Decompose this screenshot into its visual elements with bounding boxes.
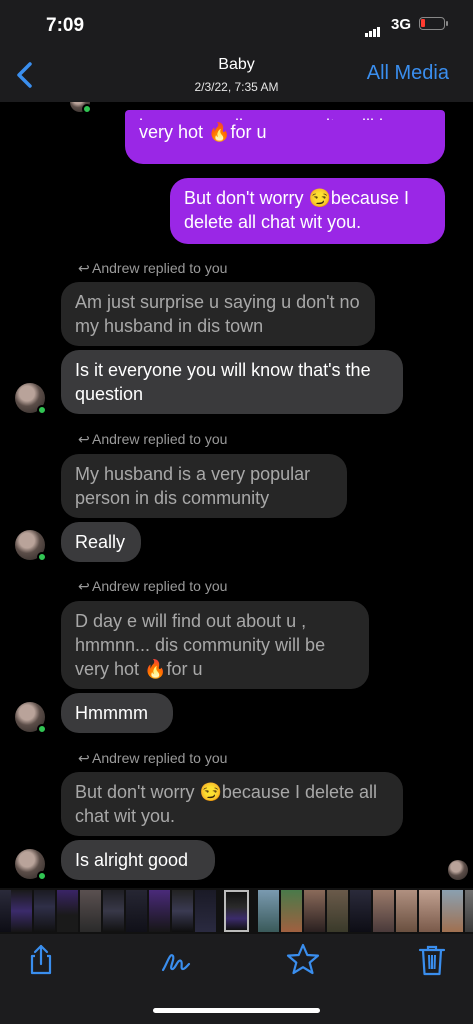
share-icon[interactable] xyxy=(23,942,59,978)
quoted-message[interactable]: D day e will find out about u , hmmnn...… xyxy=(61,601,369,689)
media-thumbnail-selected[interactable] xyxy=(224,890,249,932)
avatar xyxy=(15,702,47,734)
quoted-message-text: My husband is a very popular person in d… xyxy=(75,464,311,508)
reply-arrow-icon: ↩ xyxy=(78,578,90,594)
reply-arrow-icon: ↩ xyxy=(78,431,90,447)
received-message-text: Is alright good xyxy=(75,850,189,870)
reply-indicator: ↩ Andrew replied to you xyxy=(78,750,228,766)
media-thumbnail[interactable] xyxy=(11,890,32,932)
media-thumbnail[interactable] xyxy=(80,890,101,932)
reply-arrow-icon: ↩ xyxy=(78,750,90,766)
network-type: 3G xyxy=(391,16,412,33)
quoted-message[interactable]: My husband is a very popular person in d… xyxy=(61,454,347,518)
media-thumbnail[interactable] xyxy=(57,890,78,932)
status-time: 7:09 xyxy=(46,15,85,36)
quoted-message[interactable]: But don't worry 😏because I delete all ch… xyxy=(61,772,403,836)
status-bar: 7:09 3G xyxy=(0,0,473,48)
signal-icon xyxy=(365,19,381,37)
media-thumbnail[interactable] xyxy=(126,890,147,932)
media-thumbnail[interactable] xyxy=(419,890,440,932)
reply-indicator: ↩ Andrew replied to you xyxy=(78,578,228,594)
media-thumbnail[interactable] xyxy=(281,890,302,932)
markup-icon[interactable] xyxy=(158,942,194,978)
received-message[interactable]: Really xyxy=(61,522,141,562)
sent-message-text: But don't worry 😏because I delete all ch… xyxy=(184,188,409,232)
battery-icon xyxy=(419,17,448,30)
media-thumbnail[interactable] xyxy=(258,890,279,932)
typing-avatar xyxy=(448,860,468,880)
received-message[interactable]: Is alright good xyxy=(61,840,215,880)
media-thumbnail[interactable] xyxy=(327,890,348,932)
reply-arrow-icon: ↩ xyxy=(78,260,90,276)
avatar xyxy=(15,849,47,881)
home-indicator xyxy=(153,1008,320,1013)
quoted-message[interactable]: Am just surprise u saying u don't no my … xyxy=(61,282,375,346)
media-thumbnail[interactable] xyxy=(465,890,473,932)
trash-icon[interactable] xyxy=(414,942,450,978)
media-thumbnail[interactable] xyxy=(172,890,193,932)
quoted-message-text: Am just surprise u saying u don't no my … xyxy=(75,292,360,336)
favorite-icon[interactable] xyxy=(285,942,321,978)
media-thumbnail[interactable] xyxy=(195,890,216,932)
media-thumbnail[interactable] xyxy=(350,890,371,932)
media-thumbnail[interactable] xyxy=(304,890,325,932)
bottom-toolbar xyxy=(0,934,473,1024)
media-thumbnail[interactable] xyxy=(442,890,463,932)
reply-indicator: ↩ Andrew replied to you xyxy=(78,260,228,276)
received-message-text: Is it everyone you will know that's the … xyxy=(75,360,371,404)
received-message-text: Really xyxy=(75,532,126,552)
quoted-message-text: But don't worry 😏because I delete all ch… xyxy=(75,782,378,826)
reply-indicator: ↩ Andrew replied to you xyxy=(78,431,228,447)
media-thumbnail[interactable] xyxy=(103,890,124,932)
sent-message[interactable]: hmmmm... dis community will be very hot … xyxy=(125,110,445,164)
media-thumbnail[interactable] xyxy=(373,890,394,932)
media-thumbnail-strip[interactable] xyxy=(0,888,473,934)
media-thumbnail[interactable] xyxy=(396,890,417,932)
avatar xyxy=(70,102,92,114)
received-message-text: Hmmmm xyxy=(75,703,148,723)
media-thumbnail[interactable] xyxy=(149,890,170,932)
sent-message[interactable]: But don't worry 😏because I delete all ch… xyxy=(170,178,445,244)
media-thumbnail[interactable] xyxy=(34,890,55,932)
all-media-button[interactable]: All Media xyxy=(367,62,449,85)
chat-area[interactable]: hmmmm... dis community will be very hot … xyxy=(0,102,473,888)
received-message[interactable]: Hmmmm xyxy=(61,693,173,733)
nav-bar: Baby 2/3/22, 7:35 AM All Media xyxy=(0,48,473,102)
quoted-message-text: D day e will find out about u , hmmnn...… xyxy=(75,611,326,679)
avatar xyxy=(15,530,47,562)
sent-message-text: very hot 🔥for u xyxy=(139,122,267,142)
received-message[interactable]: Is it everyone you will know that's the … xyxy=(61,350,403,414)
avatar xyxy=(15,383,47,415)
